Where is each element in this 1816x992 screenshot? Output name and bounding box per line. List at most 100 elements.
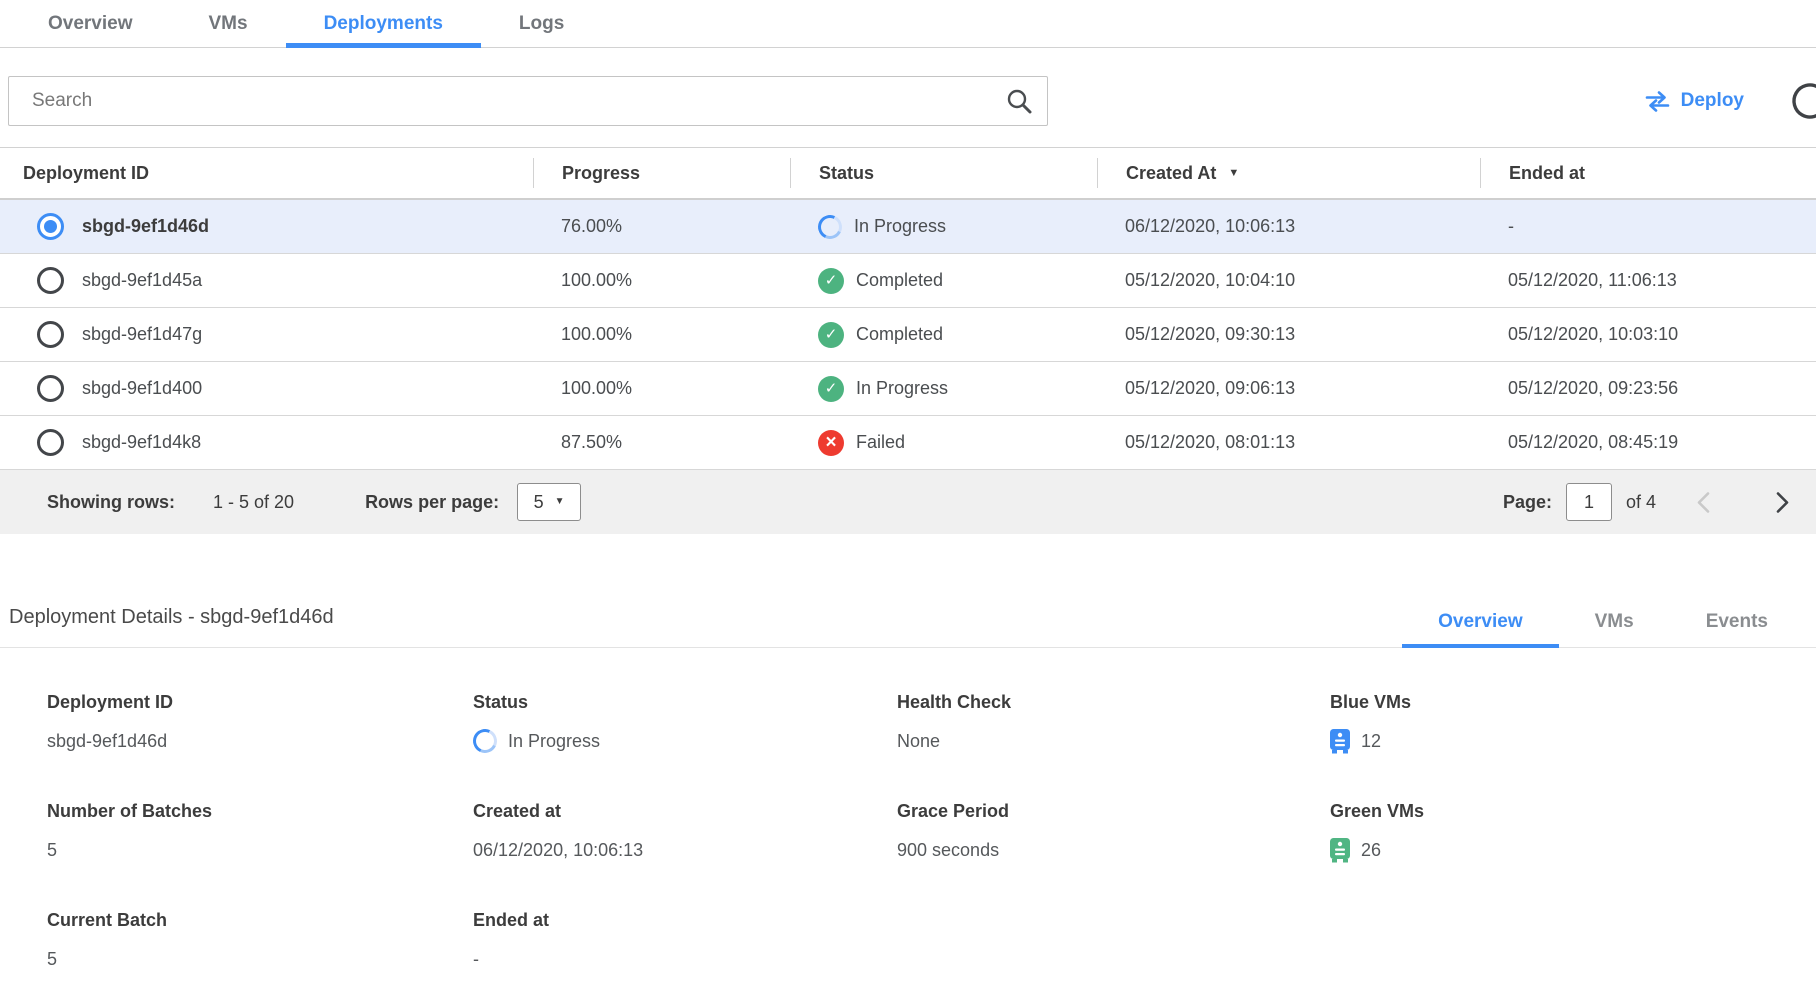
deploy-button-label: Deploy	[1681, 90, 1744, 112]
field-value: 12	[1361, 731, 1381, 752]
created-at-cell: 06/12/2020, 10:06:13	[1097, 216, 1480, 237]
column-header-deployment-id[interactable]: Deployment ID	[0, 158, 533, 188]
table-header-row: Deployment ID Progress Status Created At…	[0, 147, 1816, 200]
refresh-icon[interactable]	[1790, 81, 1816, 121]
row-radio[interactable]	[37, 375, 64, 402]
progress-cell: 100.00%	[533, 324, 790, 345]
spinner-icon	[815, 211, 846, 242]
created-at-cell: 05/12/2020, 08:01:13	[1097, 432, 1480, 453]
field-icon	[473, 729, 497, 753]
deployment-details-header: Deployment Details - sbgd-9ef1d46d Overv…	[0, 606, 1816, 648]
ended-at-cell: 05/12/2020, 11:06:13	[1480, 270, 1816, 291]
deploy-arrows-icon	[1644, 91, 1671, 112]
table-row[interactable]: sbgd-9ef1d45a 100.00% ✓ × Completed 05/1…	[0, 254, 1816, 308]
field-icon	[1330, 729, 1350, 754]
ended-at-cell: 05/12/2020, 08:45:19	[1480, 432, 1816, 453]
pager: Page: of 4	[1503, 483, 1790, 521]
table-pagination-bar: Showing rows: 1 - 5 of 20 Rows per page:…	[0, 470, 1816, 534]
field-label: Deployment ID	[47, 692, 473, 713]
rows-per-page-label: Rows per page:	[365, 492, 499, 513]
search-input[interactable]	[8, 76, 1048, 126]
deployment-id-cell: sbgd-9ef1d47g	[82, 324, 202, 345]
details-tab-events[interactable]: Events	[1670, 611, 1804, 647]
ended-at-cell: -	[1480, 216, 1816, 237]
progress-cell: 87.50%	[533, 432, 790, 453]
progress-cell: 100.00%	[533, 270, 790, 291]
prev-page-button[interactable]	[1696, 491, 1711, 514]
row-radio[interactable]	[37, 429, 64, 456]
tab-overview[interactable]: Overview	[10, 0, 171, 47]
progress-cell: 76.00%	[533, 216, 790, 237]
status-icon: ✓ ×	[818, 376, 844, 402]
field-icon	[1330, 838, 1350, 863]
created-at-cell: 05/12/2020, 09:06:13	[1097, 378, 1480, 399]
table-row[interactable]: sbgd-9ef1d400 100.00% ✓ × In Progress 05…	[0, 362, 1816, 416]
deploy-button[interactable]: Deploy	[1644, 90, 1744, 112]
field-label: Ended at	[473, 910, 897, 931]
detail-field-number-of-batches: Number of Batches 5	[47, 801, 473, 863]
check-circle-icon: ✓	[818, 268, 844, 294]
ended-at-cell: 05/12/2020, 09:23:56	[1480, 378, 1816, 399]
main-tabbar: Overview VMs Deployments Logs	[0, 0, 1816, 48]
status-label: Failed	[856, 432, 905, 453]
sort-desc-icon: ▼	[1228, 168, 1239, 179]
next-page-button[interactable]	[1775, 491, 1790, 514]
row-radio[interactable]	[37, 321, 64, 348]
field-label: Blue VMs	[1330, 692, 1816, 713]
detail-field-green-vms: Green VMs 26	[1330, 801, 1816, 863]
field-value: 900 seconds	[897, 840, 999, 861]
search-box	[8, 76, 1048, 126]
showing-rows-value: 1 - 5 of 20	[213, 492, 294, 513]
table-row[interactable]: sbgd-9ef1d47g 100.00% ✓ × Completed 05/1…	[0, 308, 1816, 362]
details-tab-vms[interactable]: VMs	[1559, 611, 1670, 647]
row-radio[interactable]	[37, 213, 64, 240]
detail-field-health-check: Health Check None	[897, 692, 1330, 754]
deployments-toolbar: Deploy	[0, 76, 1816, 126]
column-header-progress[interactable]: Progress	[533, 158, 790, 188]
deployment-details-title: Deployment Details - sbgd-9ef1d46d	[9, 606, 334, 647]
deployment-details-grid: Deployment ID sbgd-9ef1d46d Status In Pr…	[0, 648, 1816, 972]
field-label: Number of Batches	[47, 801, 473, 822]
field-value: 06/12/2020, 10:06:13	[473, 840, 643, 861]
page-label: Page:	[1503, 492, 1552, 513]
column-header-status[interactable]: Status	[790, 158, 1097, 188]
deployment-id-cell: sbgd-9ef1d45a	[82, 270, 202, 291]
column-header-created-at[interactable]: Created At ▼	[1097, 158, 1480, 188]
status-cell: ✓ × Completed	[790, 268, 1097, 294]
detail-field-blue-vms: Blue VMs 12	[1330, 692, 1816, 754]
rows-per-page-value: 5	[534, 492, 544, 513]
detail-field-deployment-id: Deployment ID sbgd-9ef1d46d	[47, 692, 473, 754]
deployment-id-cell: sbgd-9ef1d46d	[82, 216, 209, 237]
deployment-id-cell: sbgd-9ef1d400	[82, 378, 202, 399]
ended-at-cell: 05/12/2020, 10:03:10	[1480, 324, 1816, 345]
spinner-icon	[470, 726, 501, 757]
vm-icon	[1330, 838, 1350, 863]
check-circle-icon: ✓	[818, 322, 844, 348]
status-icon: ✓ ×	[818, 215, 842, 239]
details-tab-overview[interactable]: Overview	[1402, 611, 1559, 647]
page-input[interactable]	[1566, 483, 1612, 521]
search-icon	[1006, 88, 1033, 115]
created-at-cell: 05/12/2020, 09:30:13	[1097, 324, 1480, 345]
table-row[interactable]: sbgd-9ef1d4k8 87.50% ✓ × Failed 05/12/20…	[0, 416, 1816, 470]
row-radio[interactable]	[37, 267, 64, 294]
field-value: -	[473, 949, 479, 970]
rows-per-page-select[interactable]: 5 ▼	[517, 483, 581, 521]
check-circle-icon: ✓	[818, 376, 844, 402]
status-cell: ✓ × In Progress	[790, 215, 1097, 239]
field-label: Green VMs	[1330, 801, 1816, 822]
error-circle-icon: ×	[818, 430, 844, 456]
details-tabbar: Overview VMs Events	[1402, 611, 1816, 647]
column-header-ended-at[interactable]: Ended at	[1480, 158, 1816, 188]
field-label: Created at	[473, 801, 897, 822]
field-label: Current Batch	[47, 910, 473, 931]
created-at-cell: 05/12/2020, 10:04:10	[1097, 270, 1480, 291]
status-cell: ✓ × Completed	[790, 322, 1097, 348]
deployment-id-cell: sbgd-9ef1d4k8	[82, 432, 201, 453]
tab-vms[interactable]: VMs	[171, 0, 286, 47]
tab-logs[interactable]: Logs	[481, 0, 602, 47]
field-value: None	[897, 731, 940, 752]
table-row[interactable]: sbgd-9ef1d46d 76.00% ✓ × In Progress 06/…	[0, 200, 1816, 254]
status-label: In Progress	[856, 378, 948, 399]
tab-deployments[interactable]: Deployments	[286, 0, 481, 47]
